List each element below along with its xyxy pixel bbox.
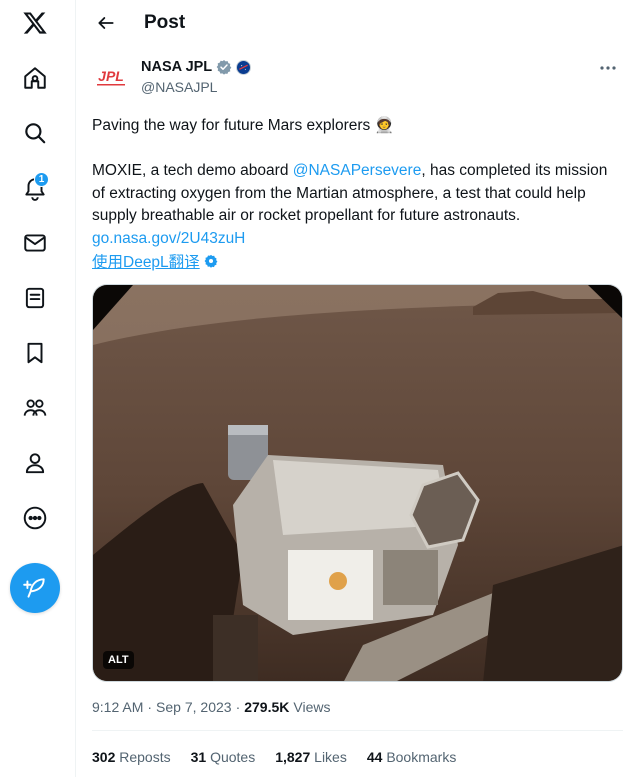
left-nav-rail: 1	[0, 0, 76, 777]
post-intro: Paving the way for future Mars explorers	[92, 117, 375, 134]
more-options-button[interactable]	[593, 58, 623, 78]
author-name[interactable]: NASA JPL	[141, 59, 212, 75]
post-detail: Post JPL NASA JPL @NASAJPL Paving the wa…	[77, 0, 640, 777]
reposts-label: Reposts	[119, 749, 171, 765]
bookmarks-count: 44	[366, 749, 383, 765]
avatar-text: JPL	[98, 68, 124, 84]
post-meta: 9:12 AM · Sep 7, 2023 · 279.5K Views	[92, 699, 330, 715]
search-icon[interactable]	[14, 112, 56, 154]
messages-icon[interactable]	[14, 222, 56, 264]
communities-icon[interactable]	[14, 387, 56, 429]
likes-label: Likes	[314, 749, 347, 765]
translate-label: 使用DeepL翻译	[92, 254, 200, 271]
translate-link[interactable]: 使用DeepL翻译	[92, 250, 218, 272]
mention-link[interactable]: @NASAPersevere	[293, 162, 422, 179]
url-link[interactable]: go.nasa.gov/2U43zuH	[92, 230, 245, 247]
post-text-line1: Paving the way for future Mars explorers…	[92, 115, 617, 138]
avatar[interactable]: JPL	[91, 58, 131, 98]
bookmarks-label: Bookmarks	[386, 749, 457, 765]
affiliation-badge-icon[interactable]	[236, 59, 252, 75]
compose-feather-icon	[23, 578, 45, 598]
astronaut-emoji-icon: 🧑‍🚀	[374, 117, 394, 134]
post-image[interactable]: ALT	[92, 284, 623, 682]
author-name-line: NASA JPL	[141, 59, 252, 75]
home-icon[interactable]	[14, 57, 56, 99]
quotes-label: Quotes	[210, 749, 256, 765]
arrow-left-icon	[98, 17, 114, 29]
engagement-stats: 302 Reposts 31 Quotes 1,827 Likes 44 Boo…	[92, 749, 456, 765]
compose-button[interactable]	[10, 563, 60, 613]
jpl-logo: JPL	[97, 68, 125, 86]
post-date[interactable]: Sep 7, 2023	[156, 699, 232, 715]
lists-icon[interactable]	[14, 277, 56, 319]
alt-text-badge[interactable]: ALT	[103, 651, 134, 669]
post-author: JPL NASA JPL @NASAJPL	[91, 58, 631, 98]
meta-separator: ·	[147, 699, 153, 715]
likes-count: 1,827	[275, 749, 311, 765]
views-count: 279.5K	[244, 699, 290, 715]
author-handle[interactable]: @NASAJPL	[141, 79, 217, 95]
profile-icon[interactable]	[14, 442, 56, 484]
page-header: Post	[77, 0, 640, 45]
back-button[interactable]	[89, 6, 123, 40]
post-text-body: MOXIE, a tech demo aboard @NASAPersevere…	[92, 160, 617, 250]
bookmarks-stat[interactable]: 44 Bookmarks	[367, 749, 457, 765]
ellipsis-icon	[600, 66, 616, 70]
quotes-count: 31	[190, 749, 207, 765]
body-before: MOXIE, a tech demo aboard	[92, 162, 293, 179]
bookmarks-icon[interactable]	[14, 332, 56, 374]
views-label: Views	[293, 699, 331, 715]
notification-badge: 1	[34, 172, 49, 187]
likes-stat[interactable]: 1,827 Likes	[275, 749, 347, 765]
post-time[interactable]: 9:12 AM	[92, 699, 143, 715]
meta-separator: ·	[235, 699, 241, 715]
mars-rover-photo	[93, 285, 622, 681]
quotes-stat[interactable]: 31 Quotes	[191, 749, 256, 765]
notifications-icon[interactable]: 1	[14, 167, 56, 209]
reposts-count: 302	[92, 749, 116, 765]
verified-badge-icon[interactable]	[216, 59, 232, 75]
divider	[92, 730, 623, 731]
deepl-icon	[204, 254, 218, 268]
page-title: Post	[144, 12, 186, 33]
more-icon[interactable]	[14, 497, 56, 539]
x-logo-icon[interactable]	[14, 2, 56, 44]
reposts-stat[interactable]: 302 Reposts	[92, 749, 171, 765]
